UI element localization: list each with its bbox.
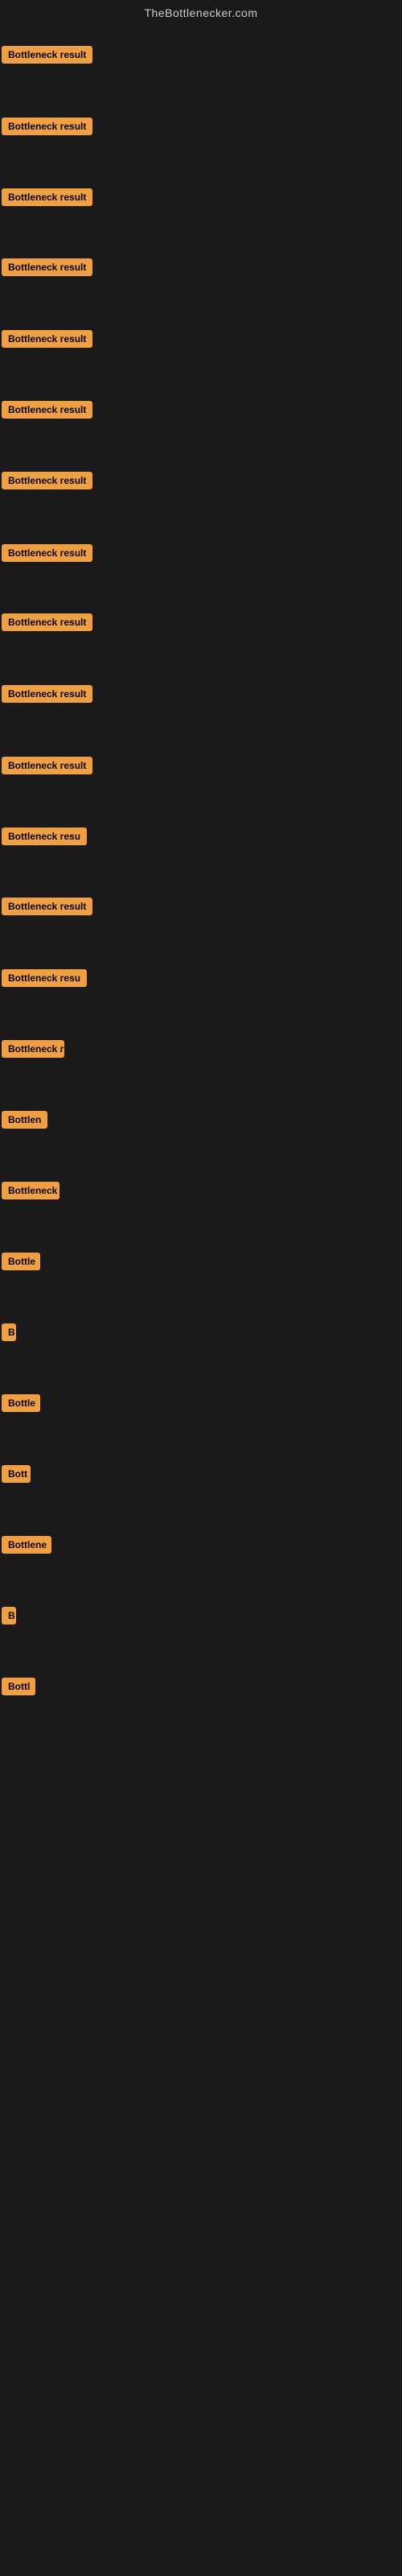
bottleneck-badge-row: Bottleneck result	[2, 757, 92, 778]
bottleneck-badge[interactable]: Bottlen	[2, 1111, 47, 1129]
bottleneck-badge[interactable]: Bottle	[2, 1394, 40, 1412]
bottleneck-badge[interactable]: Bottleneck	[2, 1182, 59, 1199]
bottleneck-badge[interactable]: Bottleneck r	[2, 1040, 64, 1058]
bottleneck-badge-row: Bottlene	[2, 1536, 51, 1558]
bottleneck-badge-row: Bottleneck resu	[2, 969, 87, 991]
bottleneck-badge[interactable]: Bottlene	[2, 1536, 51, 1554]
bottleneck-badge-row: Bottleneck result	[2, 472, 92, 493]
bottleneck-badge-row: Bottleneck result	[2, 685, 92, 707]
bottleneck-badge-row: Bottleneck result	[2, 613, 92, 635]
bottleneck-badge-row: Bott	[2, 1465, 31, 1487]
bottleneck-badge-row: Bottle	[2, 1394, 40, 1416]
bottleneck-badge-row: Bottleneck r	[2, 1040, 64, 1062]
bottleneck-badge[interactable]: Bottleneck result	[2, 898, 92, 915]
bottleneck-badge[interactable]: Bottleneck result	[2, 46, 92, 64]
bottleneck-badge[interactable]: Bottleneck result	[2, 330, 92, 348]
bottleneck-badge-row: Bottleneck result	[2, 258, 92, 280]
bottleneck-badge[interactable]: Bottleneck resu	[2, 969, 87, 987]
bottleneck-badge-row: B	[2, 1607, 16, 1629]
bottleneck-badge[interactable]: Bottleneck result	[2, 685, 92, 703]
bottleneck-badge-row: Bottlen	[2, 1111, 47, 1133]
bottleneck-badge-row: Bottleneck result	[2, 401, 92, 423]
bottleneck-badge[interactable]: Bottleneck resu	[2, 828, 87, 845]
bottleneck-badge-row: Bottleneck	[2, 1182, 59, 1203]
bottleneck-badge-row: Bottleneck result	[2, 188, 92, 210]
bottleneck-badge[interactable]: Bott	[2, 1465, 31, 1483]
bottleneck-badge[interactable]: Bottle	[2, 1253, 40, 1270]
bottleneck-badge[interactable]: Bottleneck result	[2, 613, 92, 631]
bottleneck-badge-row: B	[2, 1323, 16, 1345]
bottleneck-badge[interactable]: Bottleneck result	[2, 258, 92, 276]
site-title: TheBottlenecker.com	[0, 0, 402, 23]
bottleneck-badge[interactable]: B	[2, 1607, 16, 1624]
bottleneck-badge-row: Bottleneck result	[2, 46, 92, 68]
bottleneck-badge-row: Bottleneck resu	[2, 828, 87, 849]
bottleneck-badge[interactable]: Bottleneck result	[2, 118, 92, 135]
bottleneck-badge[interactable]: Bottleneck result	[2, 188, 92, 206]
bottleneck-badge[interactable]: Bottleneck result	[2, 472, 92, 489]
bottleneck-badge-row: Bottleneck result	[2, 898, 92, 919]
site-container: TheBottlenecker.com Bottleneck result Bot…	[0, 0, 402, 2576]
bottleneck-badge-row: Bottleneck result	[2, 544, 92, 566]
bottleneck-badge-row: Bottleneck result	[2, 330, 92, 352]
bottleneck-badge[interactable]: Bottl	[2, 1678, 35, 1695]
bottleneck-badge[interactable]: Bottleneck result	[2, 757, 92, 774]
bottleneck-badge-row: Bottl	[2, 1678, 35, 1699]
bottleneck-badge-row: Bottle	[2, 1253, 40, 1274]
bottleneck-badge[interactable]: Bottleneck result	[2, 401, 92, 419]
bottleneck-badge[interactable]: Bottleneck result	[2, 544, 92, 562]
bottleneck-badge-row: Bottleneck result	[2, 118, 92, 139]
bottleneck-badge[interactable]: B	[2, 1323, 16, 1341]
